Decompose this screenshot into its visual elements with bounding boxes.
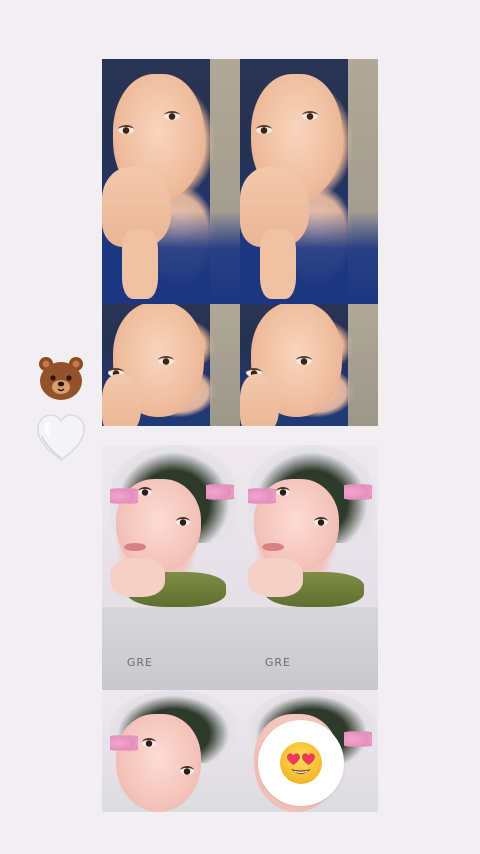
eye [176, 517, 190, 526]
hand [240, 374, 279, 426]
eye [302, 111, 318, 120]
white-heart-icon[interactable] [36, 412, 86, 464]
photo-cell [102, 59, 240, 304]
portrait-strip-top [102, 59, 378, 426]
eye [158, 356, 174, 365]
hand [102, 374, 141, 426]
eye [180, 766, 194, 775]
hand [110, 557, 166, 597]
wrist [260, 229, 296, 299]
shirt-print: GRE [264, 655, 291, 669]
photo-cell [240, 59, 378, 304]
wrist [122, 229, 158, 299]
reaction-bubble[interactable] [258, 720, 344, 806]
photo-cell [102, 304, 240, 426]
lips [262, 543, 284, 551]
hand [248, 557, 304, 597]
photo-cell [102, 690, 240, 812]
lips [124, 543, 146, 551]
shirt [240, 606, 378, 690]
eye [256, 125, 272, 134]
pink-bow [206, 483, 234, 501]
pink-bow [110, 487, 138, 505]
eye [142, 738, 156, 747]
heart-eyes-emoji-icon [280, 742, 322, 784]
photo-cell [240, 304, 378, 426]
pink-bow [248, 487, 276, 505]
pink-bow [110, 734, 138, 752]
story-canvas: GRE GRE [0, 0, 480, 854]
shirt [102, 606, 240, 690]
eye [296, 356, 312, 365]
bear-sticker-icon[interactable] [36, 353, 86, 403]
eye [276, 487, 290, 496]
shirt-print: GRE [126, 655, 153, 669]
pink-bow [344, 730, 372, 748]
pink-bow [344, 483, 372, 501]
photo-cell: GRE [240, 445, 378, 690]
eye [164, 111, 180, 120]
eye [118, 125, 134, 134]
eye [314, 517, 328, 526]
photo-cell: GRE [102, 445, 240, 690]
eye [138, 487, 152, 496]
